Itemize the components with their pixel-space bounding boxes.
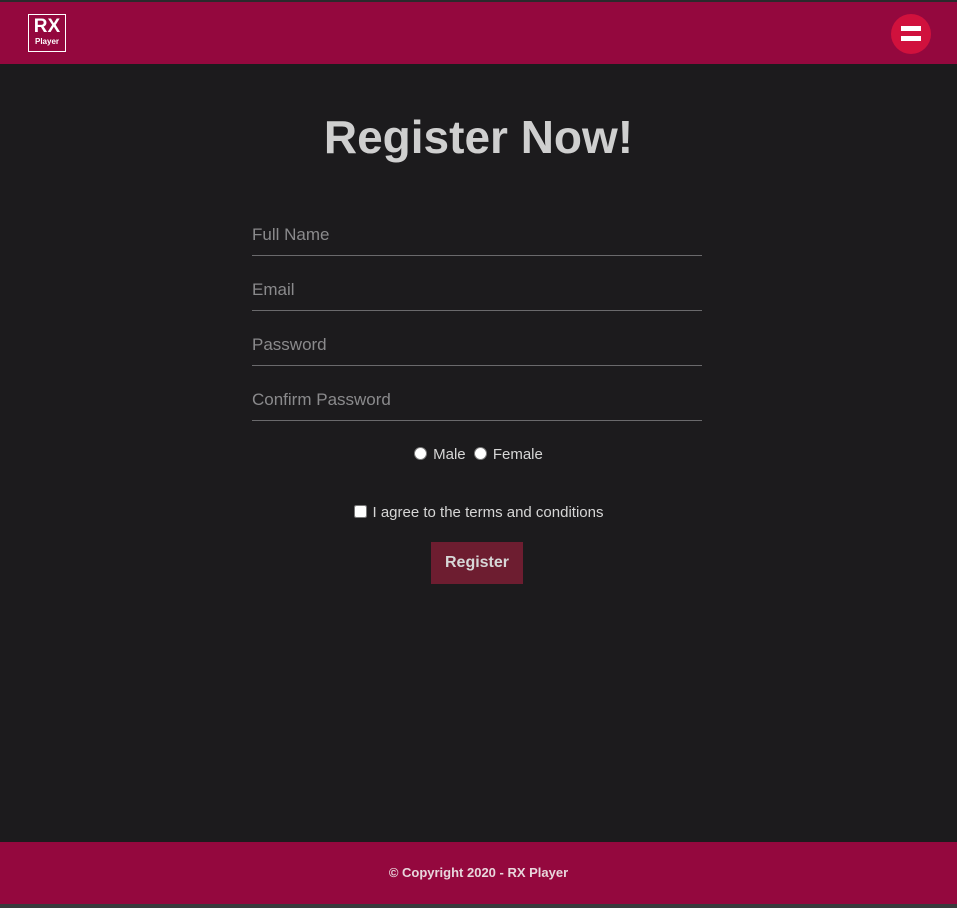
logo-main-text: RX (33, 16, 61, 37)
terms-label: I agree to the terms and conditions (372, 504, 604, 521)
hamburger-icon (901, 26, 921, 31)
terms-checkbox[interactable] (353, 505, 367, 518)
terms-option[interactable]: I agree to the terms and conditions (353, 504, 604, 521)
email-field-wrapper (252, 271, 702, 311)
gender-selector: Male Female (0, 444, 957, 466)
female-label: Female (492, 446, 543, 463)
logo-sub-text: Player (34, 37, 60, 46)
male-label: Male (433, 446, 466, 463)
confirm-password-field-wrapper (252, 381, 702, 421)
register-button[interactable]: Register (431, 542, 523, 584)
copyright-text: © Copyright 2020 - RX Player (388, 865, 569, 880)
gender-option-female[interactable]: Female (473, 446, 543, 463)
footer-bar: © Copyright 2020 - RX Player (0, 842, 957, 904)
menu-button[interactable] (891, 14, 931, 54)
password-field-wrapper (252, 326, 702, 366)
terms-row: I agree to the terms and conditions (0, 502, 957, 524)
full-name-field-wrapper (252, 216, 702, 256)
confirm-password-input[interactable] (252, 381, 702, 419)
male-radio[interactable] (414, 447, 428, 460)
bottom-border (0, 904, 957, 908)
female-radio[interactable] (473, 447, 487, 460)
hamburger-icon-bar (901, 36, 921, 41)
header-bar: RX Player (0, 2, 957, 64)
page: RX Player Register Now! Male Female (0, 0, 957, 908)
full-name-input[interactable] (252, 216, 702, 254)
gender-option-male[interactable]: Male (414, 446, 470, 463)
rx-player-logo[interactable]: RX Player (28, 14, 66, 52)
email-input[interactable] (252, 271, 702, 309)
password-input[interactable] (252, 326, 702, 364)
page-title: Register Now! (323, 111, 634, 163)
